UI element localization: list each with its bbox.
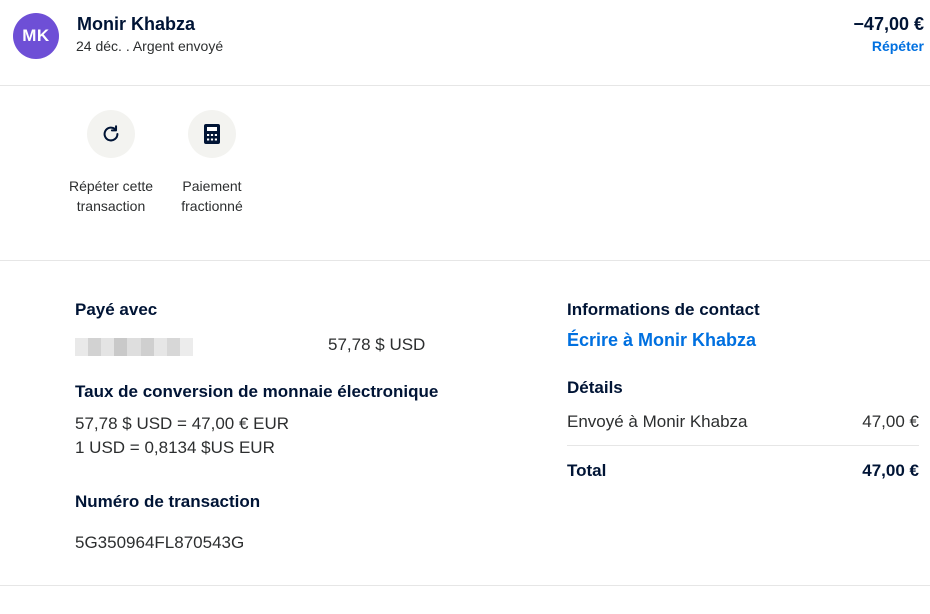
split-action-circle[interactable] [188, 110, 236, 158]
transaction-id-title: Numéro de transaction [75, 492, 261, 511]
conversion-title: Taux de conversion de monnaie électroniq… [75, 382, 439, 401]
transaction-details: Payé avec 57,78 $ USD Taux de conversion… [0, 261, 930, 586]
repeat-transaction-label: Répéter cette transaction [68, 178, 154, 214]
sent-to-label: Envoyé à Monir Khabza [567, 412, 748, 431]
details-divider [567, 445, 919, 446]
transaction-id: 5G350964FL870543G [75, 533, 245, 552]
details-title: Détails [567, 378, 623, 397]
action-bar: Répéter cette transaction Paiement fract… [0, 86, 930, 261]
recipient-name: Monir Khabza [77, 14, 196, 34]
transaction-amount: −47,00 € [853, 14, 924, 34]
conversion-line-1: 57,78 $ USD = 47,00 € EUR [75, 414, 290, 433]
split-payment-button[interactable]: Paiement fractionné [167, 110, 257, 216]
paid-with-title: Payé avec [75, 300, 158, 319]
calculator-icon [204, 124, 220, 144]
hidden-payment-source [75, 338, 193, 356]
avatar: MK [13, 13, 59, 59]
conversion-line-2: 1 USD = 0,8134 $US EUR [75, 438, 275, 457]
transaction-subtitle: 24 déc. . Argent envoyé [76, 38, 224, 54]
contact-title: Informations de contact [567, 300, 760, 319]
total-value: 47,00 € [862, 461, 919, 480]
write-to-contact-link[interactable]: Écrire à Monir Khabza [567, 330, 756, 351]
paid-amount: 57,78 $ USD [328, 335, 426, 354]
total-label: Total [567, 461, 607, 480]
repeat-transaction-button[interactable]: Répéter cette transaction [66, 110, 156, 216]
repeat-link[interactable]: Répéter [872, 38, 924, 54]
transaction-header: MK Monir Khabza 24 déc. . Argent envoyé … [0, 0, 930, 86]
sent-to-value: 47,00 € [862, 412, 919, 431]
refresh-icon [103, 125, 119, 142]
split-payment-label: Paiement fractionné [181, 178, 243, 214]
repeat-action-circle[interactable] [87, 110, 135, 158]
